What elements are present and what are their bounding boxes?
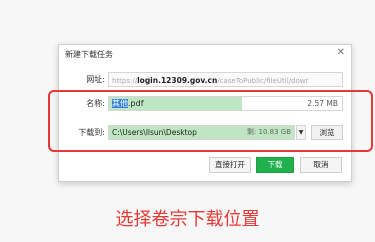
close-icon[interactable]: ✕ [337, 47, 345, 58]
caption-text: 选择卷宗下载位置 [115, 209, 260, 230]
download-button[interactable]: 下载 [256, 157, 294, 173]
url-prefix: https:// [112, 77, 138, 85]
highlight-box [48, 90, 373, 152]
url-path: /caseToPublic/fileUtil/dowr [217, 77, 309, 85]
url-field[interactable]: https://login.12309.gov.cn/caseToPublic/… [108, 72, 343, 87]
cancel-button[interactable]: 取消 [300, 157, 342, 173]
url-label: 网址: [86, 75, 105, 84]
open-directly-button[interactable]: 直接打开 [209, 157, 251, 173]
url-domain: login.12309.gov.cn [137, 76, 218, 85]
dialog-title: 新建下载任务 [65, 50, 113, 59]
